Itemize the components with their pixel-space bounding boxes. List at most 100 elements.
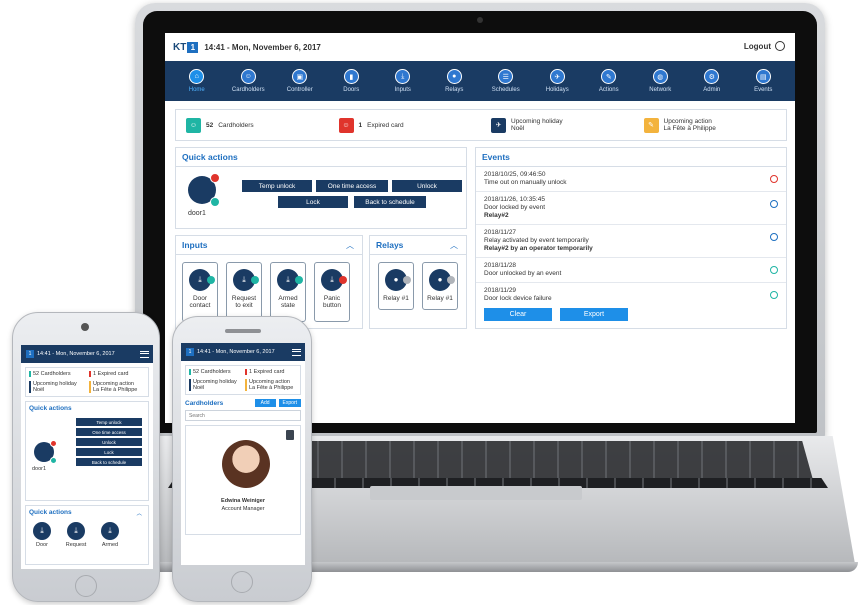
- menu-icon[interactable]: [292, 348, 301, 356]
- nav-relays[interactable]: ● Relays: [432, 69, 476, 93]
- add-button[interactable]: Add: [254, 399, 276, 407]
- chevron-up-icon[interactable]: ︿: [450, 240, 458, 251]
- chevron-up-icon[interactable]: ︿: [346, 240, 354, 251]
- chevron-up-icon[interactable]: ︿: [136, 509, 142, 517]
- event-item[interactable]: 2018/10/25, 09:46:50 Time out on manuall…: [476, 167, 786, 192]
- event-item[interactable]: 2018/11/28 Door unlocked by an event: [476, 258, 786, 283]
- nav-admin[interactable]: ⚙ Admin: [690, 69, 734, 93]
- webcam: [477, 17, 483, 23]
- temp-unlock-button[interactable]: Temp unlock: [242, 180, 312, 192]
- summary-expired[interactable]: ☺ 1 Expired card: [329, 117, 482, 133]
- tile-label: to exit: [235, 302, 253, 309]
- product-showcase: KT 1 14:41 - Mon, November 6, 2017 Logou…: [0, 0, 858, 605]
- lock-button[interactable]: Lock: [76, 448, 142, 456]
- input-tile-door-contact[interactable]: ⤓ Door contact: [182, 262, 218, 322]
- action-icon: ✎: [643, 117, 659, 133]
- unlock-button[interactable]: Unlock: [76, 438, 142, 446]
- input-tile-armed-state[interactable]: ⤓ Armed state: [270, 262, 306, 322]
- one-time-access-button[interactable]: One time access: [76, 428, 142, 436]
- summary-action[interactable]: ✎ Upcoming action La Fête à Philippe: [634, 117, 787, 133]
- nav-actions[interactable]: ✎ Actions: [587, 69, 631, 93]
- export-button[interactable]: Export: [278, 399, 301, 407]
- search-input[interactable]: [185, 410, 301, 421]
- event-status-icon: [770, 266, 778, 274]
- tile-label: Door: [192, 295, 208, 302]
- cardholders-summary[interactable]: 52 Cardholders: [189, 369, 241, 375]
- input-tile[interactable]: ⤓ Request: [63, 522, 89, 548]
- action-summary[interactable]: Upcoming action La Fête à Philippe: [245, 379, 297, 391]
- summary-holiday[interactable]: ✈ Upcoming holiday Noël: [481, 117, 634, 133]
- temp-unlock-button[interactable]: Temp unlock: [76, 418, 142, 426]
- expired-summary[interactable]: 1 Expired card: [245, 369, 297, 375]
- datetime: 14:41 - Mon, November 6, 2017: [197, 349, 275, 355]
- nav-label: Inputs: [394, 87, 411, 93]
- action-summary[interactable]: Upcoming action La Fête à Philippe: [89, 381, 145, 393]
- sync-status-icon: [50, 457, 57, 464]
- relay-tile[interactable]: ● Relay #1: [378, 262, 414, 310]
- relay-tile[interactable]: ● Relay #1: [422, 262, 458, 310]
- door-icon[interactable]: [34, 440, 57, 464]
- panel-title: Quick actions: [29, 509, 72, 516]
- event-item[interactable]: 2018/11/26, 10:35:45 Door locked by even…: [476, 192, 786, 225]
- datetime: 14:41 - Mon, November 6, 2017: [37, 351, 115, 357]
- home-button[interactable]: [75, 575, 97, 597]
- nav-label: Doors: [343, 87, 360, 93]
- nav-cardholders[interactable]: ☺ Cardholders: [226, 69, 270, 93]
- input-tile[interactable]: ⤓ Door: [29, 522, 55, 548]
- input-tile-panic-button[interactable]: ⤓ Panic button: [314, 262, 350, 322]
- event-status-icon: [770, 200, 778, 208]
- holiday-name: Noël: [511, 125, 525, 132]
- kt-logo[interactable]: KT 1: [173, 41, 199, 53]
- globe-icon: ◍: [652, 69, 668, 84]
- cardholder-card[interactable]: Edwina Weiniger Account Manager: [185, 425, 301, 535]
- nav-schedules[interactable]: ☰ Schedules: [484, 69, 528, 93]
- back-to-schedule-button[interactable]: Back to schedule: [76, 458, 142, 466]
- clear-button[interactable]: Clear: [484, 308, 552, 321]
- back-to-schedule-button[interactable]: Back to schedule: [354, 196, 426, 208]
- lock-button[interactable]: Lock: [278, 196, 348, 208]
- clipboard-icon: ▤: [755, 69, 771, 84]
- unlock-button[interactable]: Unlock: [392, 180, 462, 192]
- input-tile[interactable]: ⤓ Armed: [97, 522, 123, 548]
- expired-summary[interactable]: 1 Expired card: [89, 371, 145, 377]
- tile-label: Panic: [323, 295, 341, 302]
- tile-label: state: [280, 302, 296, 309]
- door-icon[interactable]: [188, 173, 220, 207]
- nav-inputs[interactable]: ⤓ Inputs: [381, 69, 425, 93]
- phone-speaker: [225, 329, 261, 333]
- holiday-summary[interactable]: Upcoming holiday Noël: [189, 379, 241, 391]
- event-item[interactable]: 2018/11/29 Door lock device failure: [476, 283, 786, 307]
- people-icon: ☺: [240, 69, 256, 84]
- quick-actions-box-2: Quick actions ︿ ⤓ Door ⤓ Request ⤓ Armed: [25, 505, 149, 565]
- door-name: door1: [188, 210, 206, 217]
- trash-icon[interactable]: [286, 430, 294, 440]
- event-item[interactable]: 2018/11/27 Relay activated by event temp…: [476, 225, 786, 258]
- event-date: 2018/11/28: [484, 262, 517, 269]
- nav-network[interactable]: ◍ Network: [638, 69, 682, 93]
- top-bar: KT 1 14:41 - Mon, November 6, 2017 Logou…: [165, 33, 795, 61]
- bulb-icon: ●: [446, 69, 462, 84]
- door-icon: ▮: [343, 69, 359, 84]
- events-panel: Events 2018/10/25, 09:46:50 Time out on …: [475, 147, 787, 329]
- nav-holidays[interactable]: ✈ Holidays: [535, 69, 579, 93]
- nav-events[interactable]: ▤ Events: [741, 69, 785, 93]
- nav-home[interactable]: ⌂ Home: [175, 69, 219, 93]
- expired-count: 1: [358, 121, 363, 129]
- menu-icon[interactable]: [140, 350, 149, 358]
- logout-button[interactable]: Logout: [744, 41, 785, 51]
- tile-label: Door: [36, 542, 48, 548]
- one-time-access-button[interactable]: One time access: [316, 180, 388, 192]
- expired-label: Expired card: [367, 121, 404, 129]
- cardholders-summary[interactable]: 52 Cardholders: [29, 371, 85, 377]
- summary-cardholders[interactable]: ☺ 52 Cardholders: [176, 117, 329, 133]
- event-status-icon: [770, 291, 778, 299]
- action-name: La Fête à Philippe: [93, 387, 138, 393]
- holiday-summary[interactable]: Upcoming holiday Noël: [29, 381, 85, 393]
- home-button[interactable]: [231, 571, 253, 593]
- home-icon: ⌂: [189, 69, 205, 84]
- input-tile-request-to-exit[interactable]: ⤓ Request to exit: [226, 262, 262, 322]
- nav-controller[interactable]: ▣ Controller: [278, 69, 322, 93]
- nav-doors[interactable]: ▮ Doors: [329, 69, 373, 93]
- nav-label: Actions: [598, 87, 619, 93]
- export-button[interactable]: Export: [560, 308, 628, 321]
